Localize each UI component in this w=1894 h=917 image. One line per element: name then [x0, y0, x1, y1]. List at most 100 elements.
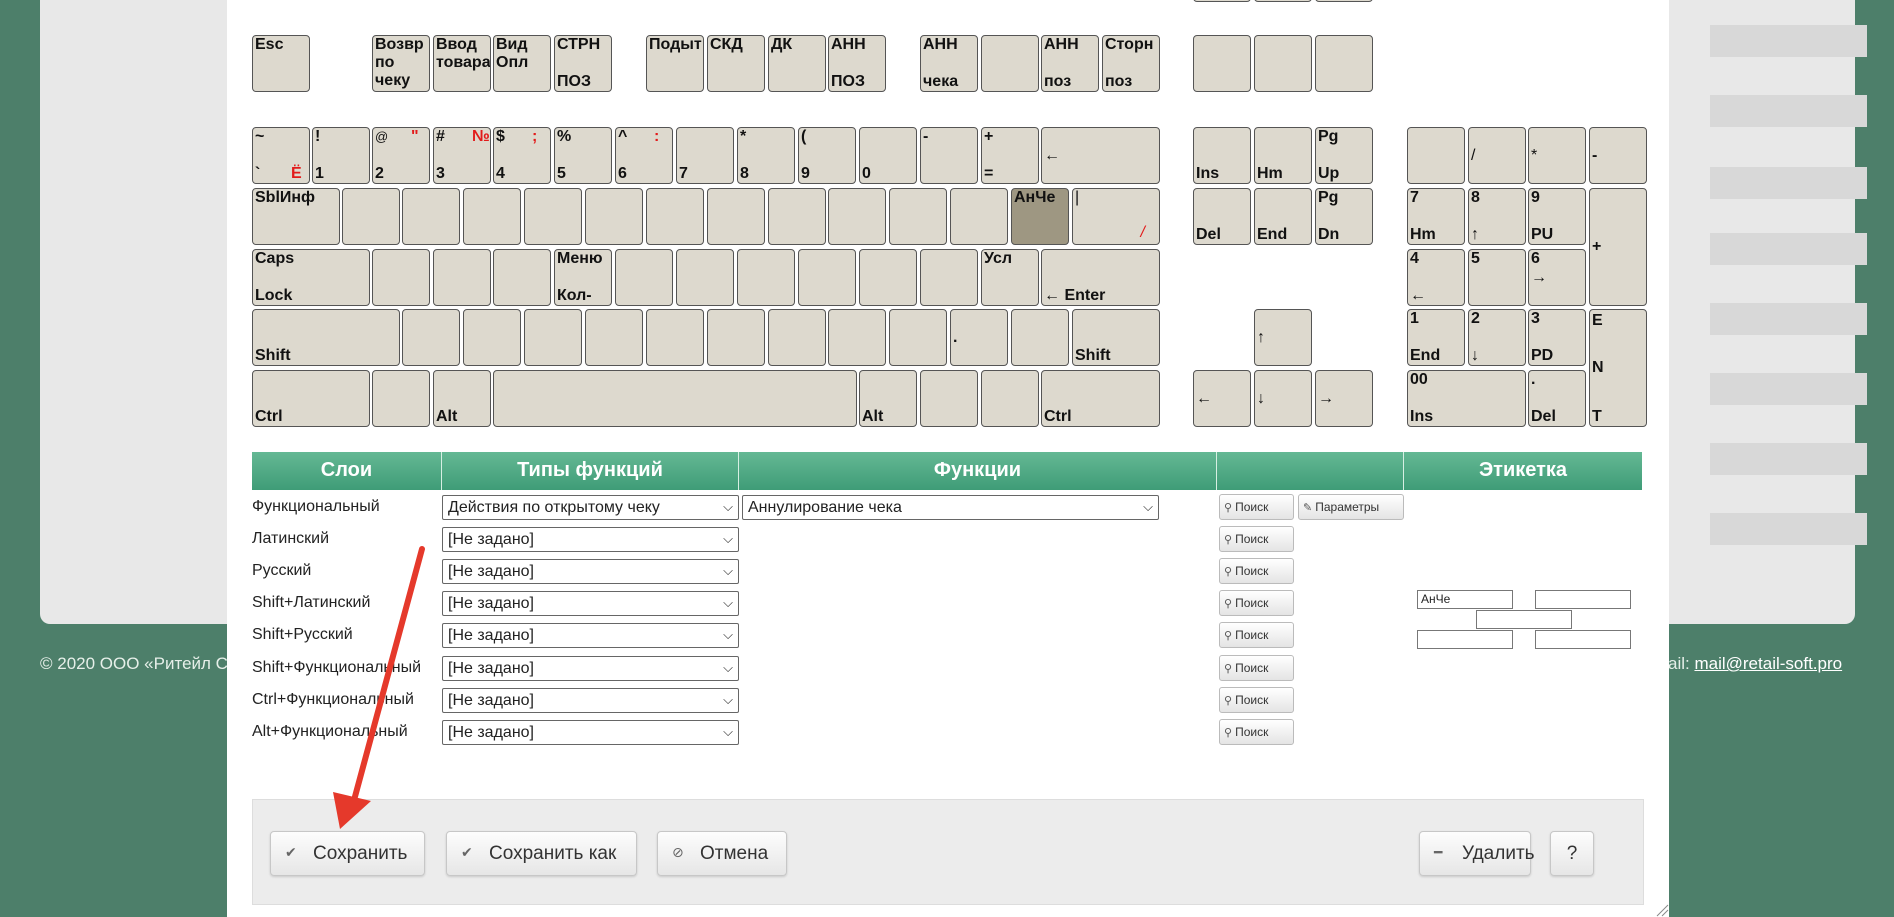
- key-j[interactable]: [737, 249, 795, 306]
- resize-grip-icon[interactable]: [1653, 901, 1669, 917]
- key-i[interactable]: [768, 188, 826, 245]
- key-slash[interactable]: [1011, 309, 1069, 366]
- key-quote[interactable]: Усл: [981, 249, 1039, 306]
- key-semicolon[interactable]: [920, 249, 978, 306]
- key-arrow-up[interactable]: ↑: [1254, 309, 1312, 366]
- key-3[interactable]: # № 3: [433, 127, 491, 184]
- key-arrow-left[interactable]: ←: [1193, 370, 1251, 427]
- delete-button[interactable]: ━ Удалить: [1419, 831, 1535, 876]
- key-right-win[interactable]: [920, 370, 978, 427]
- key-arrow-down[interactable]: ↓: [1254, 370, 1312, 427]
- key-bracket-right-selected[interactable]: АнЧе: [1011, 188, 1069, 245]
- key-menu[interactable]: [981, 370, 1039, 427]
- key-num-plus[interactable]: +: [1589, 188, 1647, 306]
- key-num-enter[interactable]: ENT: [1589, 309, 1647, 427]
- label-field-2[interactable]: [1535, 590, 1631, 609]
- function-type-select[interactable]: [Не задано] ⌵: [442, 591, 739, 616]
- key-num-4[interactable]: 4 ←: [1407, 249, 1465, 306]
- key-f3[interactable]: Вид Опл: [493, 35, 551, 92]
- key-g[interactable]: [615, 249, 673, 306]
- key-delete[interactable]: Del: [1193, 188, 1251, 245]
- key-h[interactable]: [676, 249, 734, 306]
- key-num-2[interactable]: 2 ↓: [1468, 309, 1526, 366]
- function-select[interactable]: Аннулирование чека ⌵: [742, 495, 1159, 520]
- key-f10[interactable]: [981, 35, 1039, 92]
- key-comma[interactable]: [828, 309, 886, 366]
- search-button[interactable]: ⚲ Поиск: [1219, 622, 1294, 648]
- key-4[interactable]: $; 4: [493, 127, 551, 184]
- key-a[interactable]: [372, 249, 430, 306]
- key-partial[interactable]: [1254, 0, 1312, 2]
- key-b[interactable]: [646, 309, 704, 366]
- function-type-select[interactable]: [Не задано] ⌵: [442, 720, 739, 745]
- key-m[interactable]: [768, 309, 826, 366]
- key-enter[interactable]: ← Enter: [1041, 249, 1160, 306]
- key-caps-lock[interactable]: Caps Lock: [252, 249, 370, 306]
- search-button[interactable]: ⚲ Поиск: [1219, 526, 1294, 552]
- key-t[interactable]: [585, 188, 643, 245]
- key-comma2[interactable]: [889, 309, 947, 366]
- key-w[interactable]: [402, 188, 460, 245]
- label-field-5[interactable]: [1535, 630, 1631, 649]
- key-7[interactable]: 7: [676, 127, 734, 184]
- key-num-3[interactable]: 3 PD: [1528, 309, 1586, 366]
- label-field-4[interactable]: [1417, 630, 1513, 649]
- key-6[interactable]: ^:6: [615, 127, 673, 184]
- key-right-alt[interactable]: Alt: [859, 370, 917, 427]
- key-left-ctrl[interactable]: Ctrl: [252, 370, 370, 427]
- parameters-button[interactable]: ✎ Параметры: [1298, 494, 1404, 520]
- key-l[interactable]: [859, 249, 917, 306]
- key-right-shift[interactable]: Shift: [1072, 309, 1160, 366]
- key-f12[interactable]: Сторн поз: [1102, 35, 1160, 92]
- key-f1[interactable]: Возвр по чеку: [372, 35, 430, 92]
- key-space[interactable]: [493, 370, 857, 427]
- key-pause[interactable]: [1315, 35, 1373, 92]
- key-num-dot[interactable]: . Del: [1528, 370, 1586, 427]
- key-right-ctrl[interactable]: Ctrl: [1041, 370, 1160, 427]
- key-f7[interactable]: ДК: [768, 35, 826, 92]
- key-c[interactable]: [524, 309, 582, 366]
- key-bracket-left[interactable]: [950, 188, 1008, 245]
- key-backspace[interactable]: ←: [1041, 127, 1160, 184]
- footer-email-link[interactable]: mail@retail-soft.pro: [1694, 654, 1842, 673]
- key-scroll-lock[interactable]: [1254, 35, 1312, 92]
- key-home[interactable]: Hm: [1254, 127, 1312, 184]
- key-backtick[interactable]: ~ ` Ё: [252, 127, 310, 184]
- key-numlock[interactable]: [1407, 127, 1465, 184]
- key-num-5[interactable]: 5: [1468, 249, 1526, 306]
- key-num-9[interactable]: 9 PU: [1528, 188, 1586, 245]
- key-left-shift[interactable]: Shift: [252, 309, 400, 366]
- search-button[interactable]: ⚲ Поиск: [1219, 719, 1294, 745]
- search-button[interactable]: ⚲ Поиск: [1219, 590, 1294, 616]
- save-button[interactable]: ✔ Сохранить: [270, 831, 425, 876]
- label-field-3[interactable]: [1476, 610, 1572, 629]
- search-button[interactable]: ⚲ Поиск: [1219, 655, 1294, 681]
- key-num-0[interactable]: 00 Ins: [1407, 370, 1526, 427]
- key-z[interactable]: [402, 309, 460, 366]
- key-1[interactable]: ! 1: [312, 127, 370, 184]
- key-f4[interactable]: СТРН ПОЗ: [554, 35, 612, 92]
- key-num-minus[interactable]: -: [1589, 127, 1647, 184]
- key-e[interactable]: [463, 188, 521, 245]
- cancel-button[interactable]: ⊘ Отмена: [657, 831, 787, 876]
- key-s[interactable]: [433, 249, 491, 306]
- key-d[interactable]: [493, 249, 551, 306]
- function-type-select[interactable]: [Не задано] ⌵: [442, 559, 739, 584]
- search-button[interactable]: ⚲ Поиск: [1219, 494, 1294, 520]
- key-f[interactable]: Меню Кол-: [554, 249, 612, 306]
- key-num-7[interactable]: 7 Hm: [1407, 188, 1465, 245]
- key-partial[interactable]: [1193, 0, 1251, 2]
- key-o[interactable]: [828, 188, 886, 245]
- key-f11[interactable]: АНН поз: [1041, 35, 1099, 92]
- label-field-1[interactable]: АнЧе: [1417, 590, 1513, 609]
- key-f8[interactable]: АНН ПОЗ: [828, 35, 886, 92]
- function-type-select[interactable]: [Не задано] ⌵: [442, 527, 739, 552]
- search-button[interactable]: ⚲ Поиск: [1219, 558, 1294, 584]
- save-as-button[interactable]: ✔ Сохранить как: [446, 831, 637, 876]
- key-period[interactable]: .: [950, 309, 1008, 366]
- key-tab[interactable]: SblИнф: [252, 188, 340, 245]
- function-type-select[interactable]: [Не задано] ⌵: [442, 688, 739, 713]
- key-left-alt[interactable]: Alt: [433, 370, 491, 427]
- key-partial[interactable]: [1315, 0, 1373, 2]
- key-r[interactable]: [524, 188, 582, 245]
